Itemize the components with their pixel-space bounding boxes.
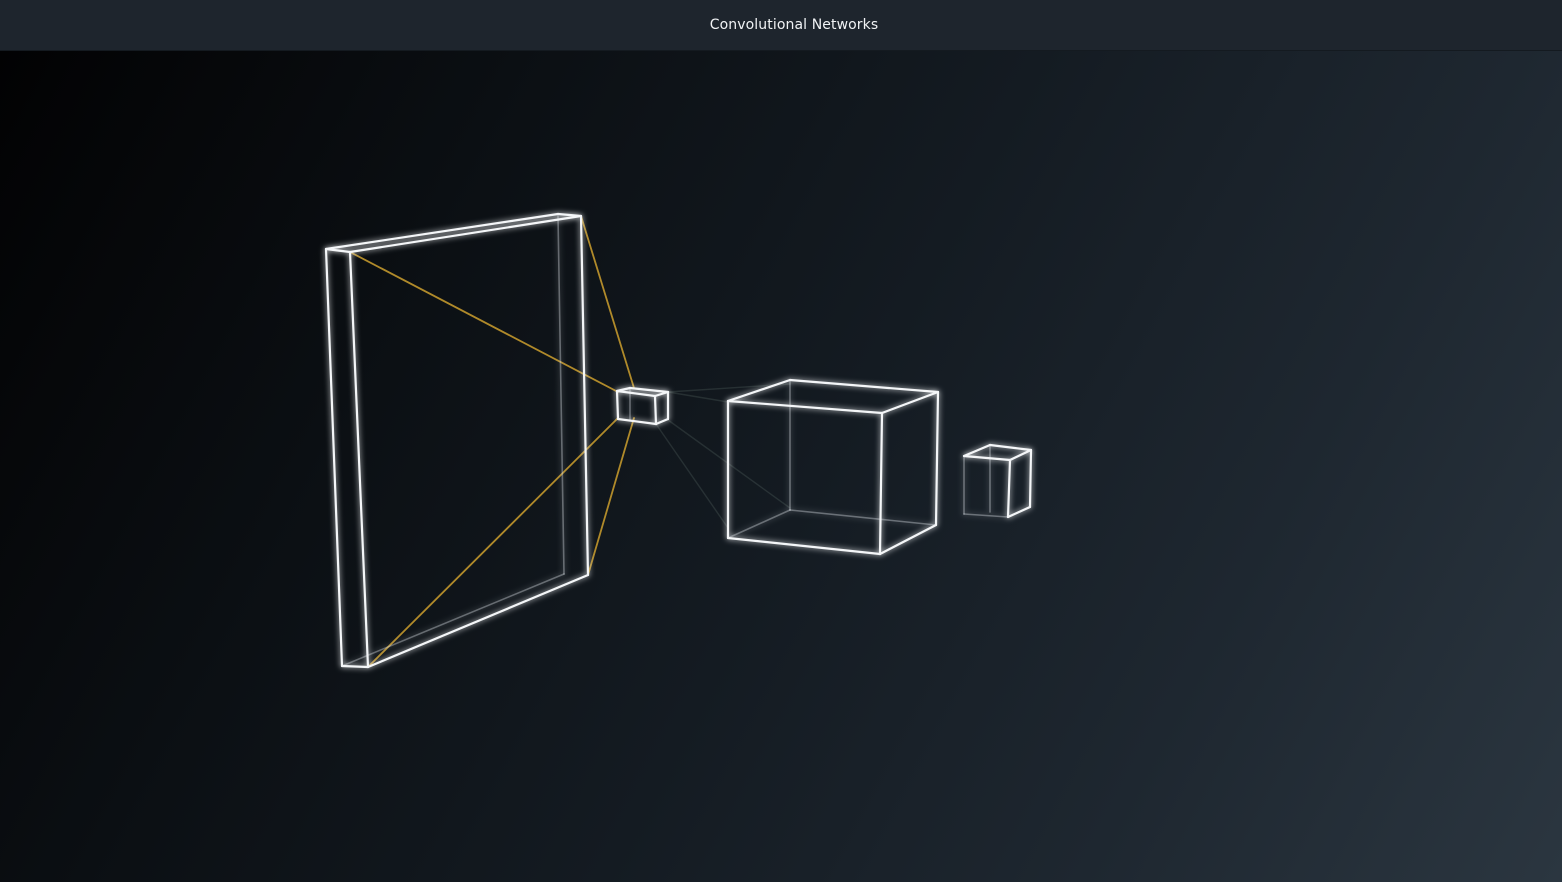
cube-edge-6 [878,411,884,556]
filter-edge-3 [615,389,657,398]
faint-ray-3 [655,423,729,529]
filter-edge-5 [615,389,620,421]
slab-edge-6 [348,250,370,669]
slab-edge-9 [366,573,590,669]
slab-back-edge-bottom [341,573,565,667]
output-cube[interactable] [962,443,1033,519]
filter-edge-2 [628,386,670,394]
cube-edge-2 [788,378,940,394]
slab-edge-3 [324,247,352,254]
out-edge-4 [1008,448,1033,462]
network-visualization[interactable] [0,0,1562,882]
slab-back-edge-right [557,215,565,575]
cube-edge-7 [934,390,940,527]
feature-map-cube[interactable] [726,378,940,556]
slab-edge-4 [348,214,583,254]
out-edge-6 [1006,458,1012,519]
cube-edge-8 [726,536,882,556]
filter-edge-4 [653,390,670,398]
cube-edge-9 [878,523,938,556]
filter-edge-6 [653,394,658,426]
faint-ray-4 [667,391,729,403]
out-edge-1 [962,443,992,458]
app-window: Convolutional Networks [0,0,1562,882]
slab-edge-1 [324,212,560,251]
cube-edge-3 [726,399,884,415]
out-edge-3 [962,454,1012,462]
cube-edge-1 [726,378,792,403]
ray-top-right [580,215,635,389]
out-back-bottom [963,513,1009,518]
slab-edge-5 [324,247,344,668]
out-edge-2 [988,443,1033,452]
faint-projection-rays [655,383,791,529]
convolution-filter-cube[interactable] [615,386,670,426]
out-edge-7 [1028,448,1033,509]
cube-edge-4 [880,390,940,415]
slab-edge-8 [340,664,370,669]
out-edge-8 [1006,505,1032,519]
cube-back-bottom-left [727,509,791,539]
receptive-field-rays [349,215,635,668]
slab-edge-7 [579,214,590,577]
ray-top-left [349,251,619,393]
filter-edge-9 [654,417,670,426]
input-layer-slab[interactable] [324,212,590,669]
ray-bottom-left [367,417,619,668]
filter-edge-8 [616,417,658,426]
cube-back-bottom-right [789,509,937,526]
